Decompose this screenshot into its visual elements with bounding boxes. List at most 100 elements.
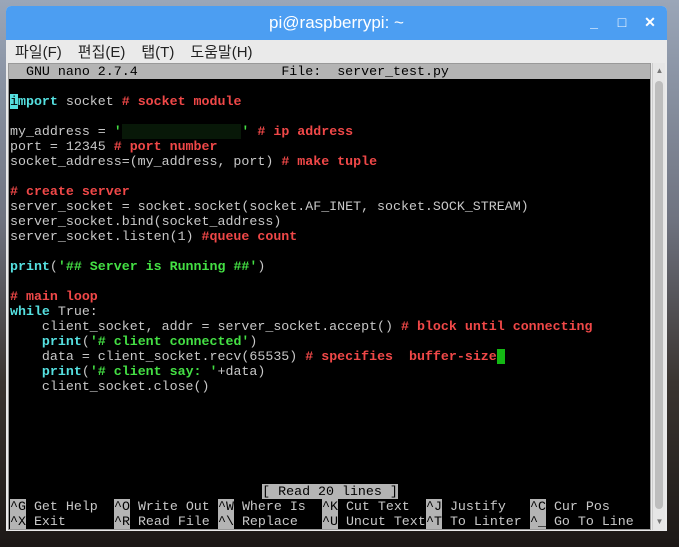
redacted-text (121, 124, 242, 139)
shortcut-label: Read File (137, 514, 210, 529)
shortcut-item[interactable]: ^T To Linter (426, 514, 530, 529)
shortcut-item[interactable]: ^\ Replace (218, 514, 322, 529)
shortcut-item[interactable]: ^R Read File (114, 514, 218, 529)
shortcut-label: Cut Text (345, 499, 410, 514)
code-line: while True: (9, 304, 650, 319)
code-token: # ip address (257, 124, 354, 139)
code-token: # create server (10, 184, 130, 199)
code-token: server_socket.bind(socket_address) (10, 214, 282, 229)
shortcut-key: ^\ (218, 514, 234, 529)
shortcut-label: To Linter (449, 514, 522, 529)
shortcut-item[interactable]: ^W Where Is (218, 499, 322, 514)
shortcut-label: Get Help (33, 499, 98, 514)
code-token: ) (249, 334, 258, 349)
code-line: print('## Server is Running ##') (9, 259, 650, 274)
code-token: '## Server is Running ##' (57, 259, 258, 274)
shortcut-label: Justify (449, 499, 506, 514)
code-token: +data) (217, 364, 266, 379)
code-token: # port number (113, 139, 218, 154)
maximize-icon[interactable]: □ (615, 14, 629, 31)
code-token: True: (49, 304, 98, 319)
code-line: # create server (9, 184, 650, 199)
code-token: print (41, 334, 82, 349)
code-line: print('# client connected') (9, 334, 650, 349)
shortcut-key: ^O (114, 499, 130, 514)
shortcut-label: Exit (33, 514, 66, 529)
code-line: server_socket.bind(socket_address) (9, 214, 650, 229)
menu-help[interactable]: 도움말(H) (190, 41, 252, 62)
terminal-area[interactable]: GNU nano 2.7.4 File: server_test.py impo… (8, 63, 651, 530)
shortcut-item[interactable]: ^X Exit (10, 514, 114, 529)
scroll-up-icon[interactable]: ▲ (654, 65, 665, 77)
code-token: #queue count (201, 229, 298, 244)
nano-header: GNU nano 2.7.4 File: server_test.py (9, 64, 650, 79)
shortcut-item[interactable]: ^G Get Help (10, 499, 114, 514)
code-token: '# client connected' (89, 334, 250, 349)
code-line: print('# client say: '+data) (9, 364, 650, 379)
code-token: socket_address=(my_address, port) (10, 154, 282, 169)
minimize-icon[interactable]: _ (587, 14, 601, 31)
menu-tabs[interactable]: 탭(T) (141, 41, 174, 62)
menu-edit[interactable]: 편집(E) (78, 41, 126, 62)
window-title: pi@raspberrypi: ~ (269, 13, 404, 32)
code-token: # make tuple (281, 154, 378, 169)
code-token: ( (81, 334, 90, 349)
shortcut-item[interactable]: ^U Uncut Text (322, 514, 426, 529)
shortcut-key: ^C (530, 499, 546, 514)
text-cursor: i (10, 94, 18, 109)
code-token: ' (113, 124, 122, 139)
code-line: client_socket, addr = server_socket.acce… (9, 319, 650, 334)
code-token: port = 12345 (10, 139, 114, 154)
code-token: ( (81, 364, 90, 379)
shortcut-label: Where Is (241, 499, 306, 514)
shortcut-item[interactable]: ^O Write Out (114, 499, 218, 514)
code-token: data = client_socket.recv(65535) (10, 349, 306, 364)
shortcut-label: Go To Line (553, 514, 634, 529)
code-line: server_socket = socket.socket(socket.AF_… (9, 199, 650, 214)
code-token: while (10, 304, 50, 319)
code-editor[interactable]: import socket # socket module my_address … (9, 79, 650, 394)
close-icon[interactable]: ✕ (643, 14, 657, 31)
code-line: data = client_socket.recv(65535) # speci… (9, 349, 650, 364)
code-token: socket (57, 94, 122, 109)
shortcut-item[interactable]: ^C Cur Pos (530, 499, 634, 514)
code-token: print (41, 364, 82, 379)
file-label: File: (281, 64, 322, 79)
code-token: my_address = (10, 124, 114, 139)
shortcut-key: ^W (218, 499, 234, 514)
title-bar[interactable]: pi@raspberrypi: ~ _ □ ✕ (6, 6, 667, 40)
shortcut-key: ^K (322, 499, 338, 514)
shortcut-item[interactable]: ^K Cut Text (322, 499, 426, 514)
shortcut-row: ^G Get Help ^O Write Out ^W Where Is ^K Cut… (9, 499, 650, 514)
shortcut-key: ^G (10, 499, 26, 514)
code-line: import socket # socket module (9, 94, 650, 109)
status-message: [ Read 20 lines ] (262, 484, 398, 499)
file-name: server_test.py (337, 64, 449, 79)
menu-file[interactable]: 파일(F) (15, 41, 62, 62)
code-line: port = 12345 # port number (9, 139, 650, 154)
scroll-down-icon[interactable]: ▼ (654, 516, 665, 528)
code-token: '# client say: ' (89, 364, 218, 379)
scrollbar[interactable]: ▲ ▼ (652, 63, 665, 530)
scroll-thumb[interactable] (655, 81, 663, 509)
code-token: # specifies buffer-size (305, 349, 497, 364)
shortcut-item[interactable]: ^_ Go To Line (530, 514, 634, 529)
code-token: print (10, 259, 50, 274)
terminal-window: pi@raspberrypi: ~ _ □ ✕ 파일(F) 편집(E) 탭(T)… (6, 6, 667, 531)
shortcut-key: ^U (322, 514, 338, 529)
code-line: socket_address=(my_address, port) # make… (9, 154, 650, 169)
code-line: client_socket.close() (9, 379, 650, 394)
text-cursor (496, 349, 505, 364)
code-line: # main loop (9, 289, 650, 304)
shortcut-bar: ^G Get Help ^O Write Out ^W Where Is ^K Cut… (9, 499, 650, 529)
code-token: server_socket.listen(1) (10, 229, 202, 244)
shortcut-item[interactable]: ^J Justify (426, 499, 530, 514)
shortcut-key: ^R (114, 514, 130, 529)
code-token: ) (257, 259, 266, 274)
